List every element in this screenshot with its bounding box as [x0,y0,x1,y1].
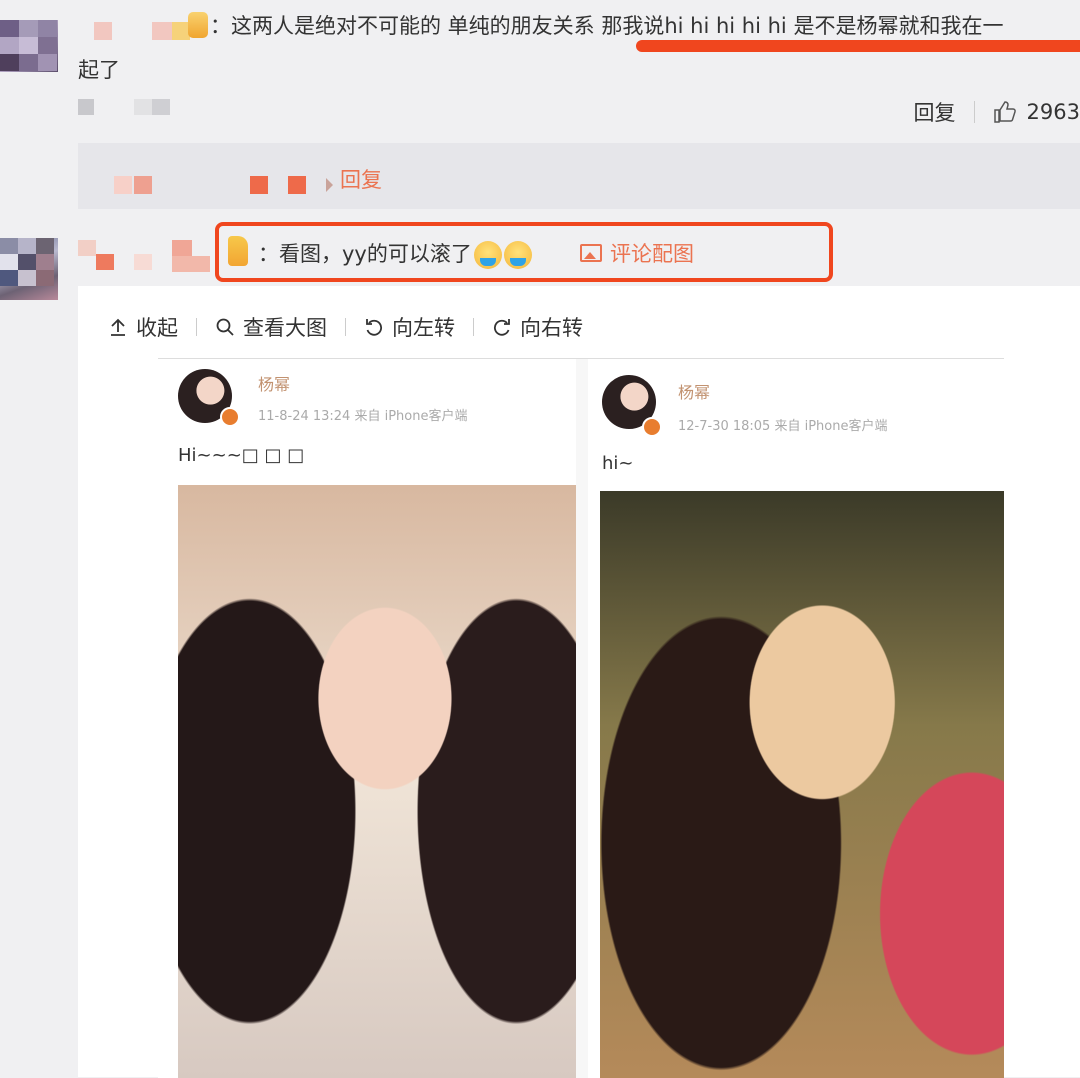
thumbs-up-icon [993,101,1016,123]
username-mosaic[interactable] [172,240,192,256]
search-icon [216,318,234,336]
image-icon [580,244,602,262]
commenter-avatar[interactable] [0,20,58,72]
weibo-post-card: 杨幂 12-7-30 18:05 来自 iPhone客户端 hi~ [588,359,1004,1078]
selfie-photo [600,491,1004,1078]
crying-emoji-icon [473,241,502,269]
username-mosaic[interactable] [152,22,172,40]
divider [196,318,197,336]
comment-text-continued: 起了 [78,58,120,82]
commenter-avatar[interactable] [0,238,58,300]
collapse-up-icon [111,318,125,336]
rotate-left-icon [366,319,383,336]
timestamp-mosaic [134,99,152,115]
timestamp-mosaic [152,99,170,115]
comment-text: ：这两人是绝对不可能的 单纯的朋友关系 那我说hi hi hi hi hi 是不… [210,14,1004,38]
post-meta: 12-7-30 18:05 来自 iPhone客户端 [678,419,888,434]
divider [973,101,975,123]
username-mosaic[interactable] [134,176,152,194]
username-mosaic[interactable] [78,240,96,256]
divider [473,318,474,336]
rotate-right-icon [493,319,510,336]
timestamp-mosaic [78,99,94,115]
rotate-left-button[interactable]: 向左转 [364,312,455,342]
comment-text: ：看图，yy的可以滚了 [258,238,532,269]
post-author: 杨幂 [258,375,291,394]
reply-button[interactable]: 回复 [914,97,956,127]
crying-emoji-icon [503,241,532,269]
username-mosaic[interactable] [250,176,268,194]
comment-image[interactable]: 杨幂 11-8-24 13:24 来自 iPhone客户端 Hi~~~□ □ □… [158,358,1004,1078]
post-text: Hi~~~□ □ □ [178,445,305,466]
post-text: hi~ [602,453,634,474]
post-author: 杨幂 [678,383,711,402]
user-badge-icon [228,236,248,266]
verified-badge-icon [642,417,662,437]
username-mosaic[interactable] [172,256,210,272]
reply-arrow-icon [326,178,333,192]
sub-reply-box [78,143,1080,209]
weibo-post-card: 杨幂 11-8-24 13:24 来自 iPhone客户端 Hi~~~□ □ □ [158,359,576,1078]
like-button[interactable]: 2963 [993,100,1080,124]
user-badge-icon [188,12,208,38]
image-viewer-toolbar: 收起 查看大图 向左转 向右转 [108,312,583,342]
username-mosaic[interactable] [288,176,306,194]
comment-actions: 回复 2963 [914,96,1080,128]
like-count: 2963 [1026,100,1080,124]
post-meta: 11-8-24 13:24 来自 iPhone客户端 [258,409,468,424]
selfie-photo [178,485,576,1078]
username-mosaic[interactable] [114,176,132,194]
comment-picture-link[interactable]: 评论配图 [580,238,694,268]
divider [345,318,346,336]
verified-badge-icon [220,407,240,427]
sub-reply-button[interactable]: 回复 [340,164,382,194]
username-mosaic[interactable] [94,22,112,40]
username-mosaic[interactable] [96,254,114,270]
rotate-right-button[interactable]: 向右转 [492,312,583,342]
annotation-underline [636,40,1080,52]
username-mosaic[interactable] [134,254,152,270]
view-large-button[interactable]: 查看大图 [215,312,327,342]
collapse-button[interactable]: 收起 [108,312,178,342]
